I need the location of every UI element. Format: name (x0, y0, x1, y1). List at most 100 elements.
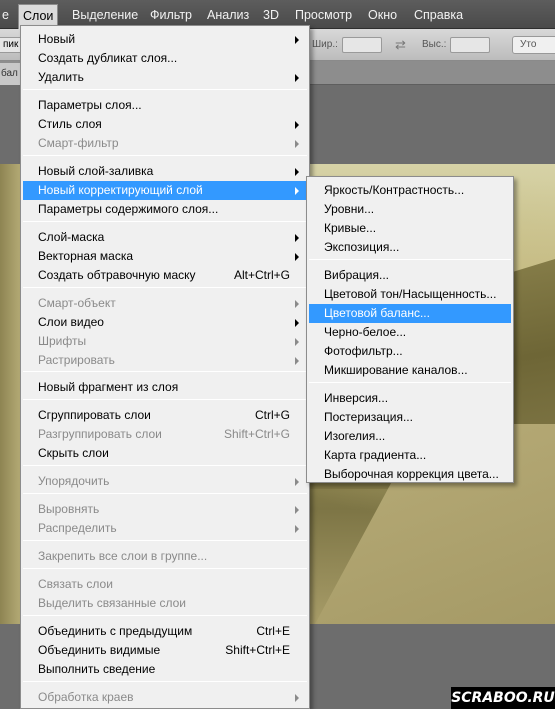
adjust-menu-item[interactable]: Вибрация... (309, 266, 511, 285)
layer-menu-item[interactable]: Стиль слоя (23, 115, 307, 134)
submenu-arrow-icon (295, 36, 299, 44)
shortcut-label: Shift+Ctrl+E (225, 643, 290, 657)
layer-menu-item[interactable]: Сгруппировать слои Ctrl+G (23, 406, 307, 425)
submenu-arrow-icon (295, 74, 299, 82)
layer-menu-item[interactable]: Новый фрагмент из слоя (23, 378, 307, 397)
height-label: Выс.: (422, 39, 447, 50)
menu-edit[interactable]: е (0, 5, 13, 25)
adjust-menu-item[interactable]: Микширование каналов... (309, 361, 511, 380)
adjust-menu-item[interactable]: Уровни... (309, 200, 511, 219)
layer-menu-item[interactable]: Новый (23, 30, 307, 49)
layer-menu-item[interactable]: Параметры содержимого слоя... (23, 200, 307, 219)
menu-separator (23, 221, 307, 222)
adjust-menu-item[interactable]: Кривые... (309, 219, 511, 238)
submenu-arrow-icon (295, 525, 299, 533)
mode-field[interactable]: пик (0, 37, 22, 53)
menu-select[interactable]: Выделение (68, 5, 142, 25)
submenu-arrow-icon (295, 234, 299, 242)
menu-separator (23, 287, 307, 288)
menu-separator (309, 382, 511, 383)
layer-menu-item[interactable]: Объединить с предыдущим Ctrl+E (23, 622, 307, 641)
submenu-arrow-icon (295, 121, 299, 129)
layer-menu-item-label: Разгруппировать слои (38, 427, 162, 441)
layer-menu-item: Растрировать (23, 351, 307, 370)
layer-menu-item[interactable]: Создать дубликат слоя... (23, 49, 307, 68)
layer-menu-item-label: Стиль слоя (38, 117, 102, 131)
menu-separator (23, 493, 307, 494)
adjust-menu-item[interactable]: Инверсия... (309, 389, 511, 408)
adjust-menu-item[interactable]: Карта градиента... (309, 446, 511, 465)
layer-menu-item[interactable]: Векторная маска (23, 247, 307, 266)
menu-analysis[interactable]: Анализ (203, 5, 253, 25)
shortcut-label: Ctrl+G (254, 408, 290, 422)
adjust-menu-item-label: Постеризация... (324, 410, 413, 424)
layer-menu-item[interactable]: Удалить (23, 68, 307, 87)
adjustment-layer-submenu: Яркость/Контрастность... Уровни... Кривые.… (306, 176, 514, 483)
adjust-menu-item-label: Черно-белое... (324, 325, 407, 339)
adjust-menu-item[interactable]: Яркость/Контрастность... (309, 181, 511, 200)
adjust-menu-item[interactable]: Цветовой баланс... (309, 304, 511, 323)
menu-separator (23, 89, 307, 90)
menu-3d[interactable]: 3D (259, 5, 283, 25)
layer-menu-item: Смарт-фильтр (23, 134, 307, 153)
adjust-menu-item-label: Микширование каналов... (324, 363, 468, 377)
submenu-arrow-icon (295, 140, 299, 148)
layer-menu-item[interactable]: Слой-маска (23, 228, 307, 247)
layer-menu-item: Смарт-объект (23, 294, 307, 313)
swap-icon[interactable]: ⇄ (395, 37, 406, 53)
menu-help[interactable]: Справка (410, 5, 467, 25)
layer-menu-item[interactable]: Параметры слоя... (23, 96, 307, 115)
adjust-menu-item[interactable]: Фотофильтр... (309, 342, 511, 361)
layer-menu: Новый Создать дубликат слоя... Удалить Пара… (20, 25, 310, 709)
layer-menu-item[interactable]: Скрыть слои (23, 444, 307, 463)
submenu-arrow-icon (295, 319, 299, 327)
watermark: SCRABOO.RU (451, 687, 555, 709)
layer-menu-item-label: Связать слои (38, 577, 113, 591)
adjust-menu-item[interactable]: Экспозиция... (309, 238, 511, 257)
menu-separator (23, 465, 307, 466)
layer-menu-item[interactable]: Новый слой-заливка (23, 162, 307, 181)
layer-menu-item-label: Выделить связанные слои (38, 596, 187, 610)
menu-filter[interactable]: Фильтр (146, 5, 196, 25)
adjust-menu-item-label: Цветовой баланс... (324, 306, 430, 320)
refine-button[interactable]: Уто (512, 36, 555, 54)
adjust-menu-item[interactable]: Изогелия... (309, 427, 511, 446)
menu-window[interactable]: Окно (364, 5, 401, 25)
adjust-menu-item[interactable]: Цветовой тон/Насыщенность... (309, 285, 511, 304)
adjust-menu-item-label: Инверсия... (324, 391, 389, 405)
menu-separator (23, 568, 307, 569)
adjust-menu-item[interactable]: Выборочная коррекция цвета... (309, 465, 511, 484)
layer-menu-item-label: Векторная маска (38, 249, 134, 263)
layer-menu-item[interactable]: Создать обтравочную маску Alt+Ctrl+G (23, 266, 307, 285)
menu-separator (23, 540, 307, 541)
menu-view[interactable]: Просмотр (291, 5, 356, 25)
layer-menu-item-label: Шрифты (38, 334, 87, 348)
layer-menu-item-label: Распределить (38, 521, 117, 535)
adjust-menu-item[interactable]: Постеризация... (309, 408, 511, 427)
layer-menu-item-label: Сгруппировать слои (38, 408, 151, 422)
menu-separator (23, 371, 307, 372)
document-tab[interactable]: бал (0, 63, 22, 85)
layer-menu-item-label: Выровнять (38, 502, 100, 516)
width-field[interactable] (342, 37, 382, 53)
shortcut-label: Shift+Ctrl+G (223, 427, 290, 441)
adjust-menu-item[interactable]: Черно-белое... (309, 323, 511, 342)
layer-menu-item-label: Растрировать (38, 353, 115, 367)
layer-menu-item[interactable]: Объединить видимые Shift+Ctrl+E (23, 641, 307, 660)
adjust-menu-item-label: Выборочная коррекция цвета... (324, 467, 499, 481)
layer-menu-item[interactable]: Выполнить сведение (23, 660, 307, 679)
height-field[interactable] (450, 37, 490, 53)
layer-menu-item[interactable]: Новый корректирующий слой (23, 181, 307, 200)
layer-menu-item-label: Объединить с предыдущим (38, 624, 193, 638)
adjust-menu-item-label: Вибрация... (324, 268, 390, 282)
adjust-menu-item-label: Карта градиента... (324, 448, 427, 462)
menu-separator (23, 155, 307, 156)
layer-menu-item[interactable]: Слои видео (23, 313, 307, 332)
submenu-arrow-icon (295, 338, 299, 346)
submenu-arrow-icon (295, 168, 299, 176)
layer-menu-item-label: Смарт-фильтр (38, 136, 119, 150)
adjust-menu-item-label: Фотофильтр... (324, 344, 403, 358)
layer-menu-item: Распределить (23, 519, 307, 538)
layer-menu-item: Выровнять (23, 500, 307, 519)
menu-separator (23, 681, 307, 682)
